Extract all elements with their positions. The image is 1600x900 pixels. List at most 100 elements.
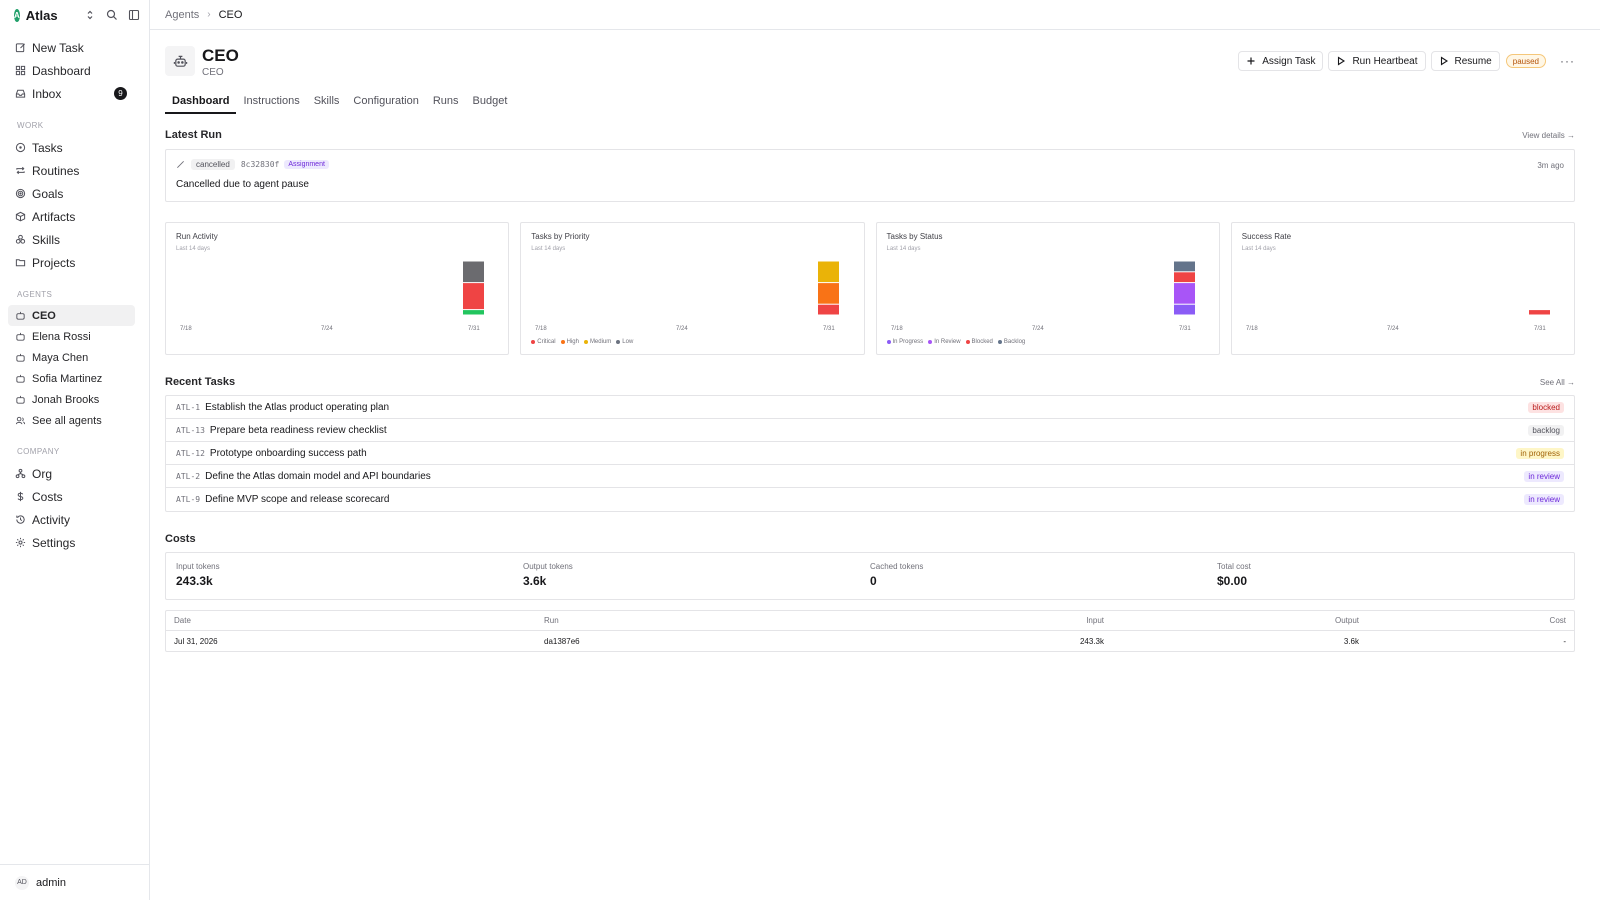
- table-row[interactable]: Jul 31, 2026 da1387e6 243.3k 3.6k -: [166, 631, 1574, 651]
- nav-settings[interactable]: Settings: [8, 531, 135, 554]
- task-row[interactable]: ATL-12 Prototype onboarding success path…: [166, 442, 1574, 465]
- chart-bar: [818, 261, 840, 283]
- sidebar-agent-sofia-martinez[interactable]: Sofia Martinez: [8, 368, 135, 389]
- sidebar-agent-ceo[interactable]: CEO: [8, 305, 135, 326]
- repeat-icon: [16, 166, 25, 175]
- cost-label: Output tokens: [523, 562, 573, 571]
- costs-title: Costs: [165, 533, 196, 545]
- table-header: Date Run Input Output Cost: [166, 611, 1574, 631]
- section-label-work: WORK: [17, 121, 44, 130]
- cell-date: Jul 31, 2026: [174, 636, 218, 646]
- chart-plot: 7/18 7/24 7/31: [891, 261, 1195, 332]
- chevron-updown-icon[interactable]: [84, 7, 96, 23]
- workspace-switcher[interactable]: Atlas: [26, 8, 58, 23]
- gear-icon: [15, 537, 26, 548]
- agent-icon: [16, 395, 25, 404]
- nav-skills[interactable]: Skills: [8, 228, 135, 251]
- task-title: Define MVP scope and release scorecard: [205, 494, 390, 505]
- agent-tabs: Dashboard Instructions Skills Configurat…: [165, 95, 1575, 114]
- tab-dashboard[interactable]: Dashboard: [165, 95, 237, 114]
- status-badge: paused: [1505, 54, 1546, 68]
- tab-instructions[interactable]: Instructions: [236, 95, 306, 114]
- task-row[interactable]: ATL-13 Prepare beta readiness review che…: [166, 419, 1574, 442]
- chart-bar: [1173, 272, 1195, 283]
- chart-bar: [463, 310, 484, 315]
- section-label-agents: AGENTS: [17, 290, 53, 299]
- run-time: 3m ago: [1537, 161, 1564, 170]
- cost-label: Total cost: [1217, 562, 1251, 571]
- legend-item: In Progress: [886, 339, 923, 345]
- task-row[interactable]: ATL-1 Establish the Atlas product operat…: [166, 396, 1574, 419]
- nav-artifacts[interactable]: Artifacts: [8, 205, 135, 228]
- more-options-icon[interactable]: ···: [1560, 54, 1575, 68]
- sidebar-agent-maya-chen[interactable]: Maya Chen: [8, 347, 135, 368]
- plus-icon: [1247, 57, 1255, 65]
- run-hash: 8c32830f: [240, 160, 280, 169]
- agent-icon: [16, 353, 25, 362]
- user-avatar: AD: [15, 875, 29, 890]
- legend-swatch: [560, 340, 565, 344]
- x-tick-label: 7/31: [468, 326, 480, 332]
- x-tick-label: 7/18: [891, 326, 903, 332]
- run-status-badge: cancelled: [191, 159, 235, 170]
- nav-routines[interactable]: Routines: [8, 159, 135, 182]
- see-all-agents-link[interactable]: See all agents: [8, 410, 135, 431]
- tab-budget[interactable]: Budget: [466, 95, 515, 114]
- agent-label: Jonah Brooks: [32, 393, 100, 406]
- nav-label: Dashboard: [32, 63, 91, 78]
- latest-run-card[interactable]: cancelled 8c32830f Assignment 3m ago Can…: [165, 149, 1575, 202]
- legend-item: Critical: [531, 339, 556, 345]
- nav-costs[interactable]: Costs: [8, 485, 135, 508]
- workspace-header: A Atlas: [0, 0, 149, 30]
- slash-icon: [177, 161, 184, 168]
- nav-projects[interactable]: Projects: [8, 251, 135, 274]
- x-tick-label: 7/31: [1534, 326, 1546, 332]
- sidebar-toggle-icon[interactable]: [128, 7, 140, 23]
- agent-label: Elena Rossi: [32, 330, 91, 343]
- breadcrumb-agents-link[interactable]: Agents: [165, 9, 199, 21]
- user-menu[interactable]: AD admin: [0, 864, 149, 900]
- nav-label: Activity: [32, 512, 71, 527]
- legend-label: Critical: [537, 339, 556, 345]
- nav-activity[interactable]: Activity: [8, 508, 135, 531]
- inbox-icon: [15, 89, 26, 98]
- legend-swatch: [997, 340, 1002, 344]
- column-header-cost: Cost: [1549, 616, 1566, 625]
- chart-bar: [818, 283, 840, 304]
- chart-plot: 7/18 7/24 7/31: [1246, 310, 1550, 332]
- folder-icon: [15, 259, 26, 267]
- nav-org[interactable]: Org: [8, 462, 135, 485]
- agent-icon: [16, 332, 25, 341]
- nav-tasks[interactable]: Tasks: [8, 136, 135, 159]
- nav-inbox[interactable]: Inbox 9: [8, 82, 135, 105]
- legend-label: Blocked: [971, 339, 993, 345]
- sidebar-agent-elena-rossi[interactable]: Elena Rossi: [8, 326, 135, 347]
- search-icon[interactable]: [106, 7, 118, 23]
- sidebar-agent-jonah-brooks[interactable]: Jonah Brooks: [8, 389, 135, 410]
- section-label-company: COMPANY: [17, 447, 60, 456]
- tab-configuration[interactable]: Configuration: [346, 95, 425, 114]
- see-all-tasks-link[interactable]: See All →: [1540, 378, 1575, 387]
- cost-value: $0.00: [1217, 574, 1248, 588]
- box-icon: [15, 211, 26, 222]
- view-details-link[interactable]: View details →: [1522, 131, 1575, 140]
- nav-dashboard[interactable]: Dashboard: [8, 59, 135, 82]
- tab-skills[interactable]: Skills: [307, 95, 347, 114]
- chart-title: Success Rate: [1241, 232, 1292, 241]
- task-row[interactable]: ATL-2 Define the Atlas domain model and …: [166, 465, 1574, 488]
- user-name: admin: [36, 876, 66, 889]
- nav-goals[interactable]: Goals: [8, 182, 135, 205]
- tab-runs[interactable]: Runs: [426, 95, 466, 114]
- assign-task-button[interactable]: Assign Task: [1238, 51, 1324, 71]
- resume-button[interactable]: Resume: [1430, 51, 1500, 71]
- org-icon: [15, 468, 26, 479]
- agent-role: CEO: [202, 67, 224, 78]
- task-row[interactable]: ATL-9 Define MVP scope and release score…: [166, 488, 1574, 511]
- chevron-right-icon: ›: [207, 9, 211, 20]
- chart-tasks-by-priority: Tasks by Priority Last 14 days 7/18 7/24 7…: [520, 222, 865, 355]
- nav-new-task[interactable]: New Task: [8, 36, 135, 59]
- recent-tasks-title: Recent Tasks: [165, 376, 236, 388]
- task-title: Prototype onboarding success path: [209, 447, 367, 459]
- run-heartbeat-button[interactable]: Run Heartbeat: [1328, 51, 1426, 71]
- column-header-date: Date: [174, 616, 191, 625]
